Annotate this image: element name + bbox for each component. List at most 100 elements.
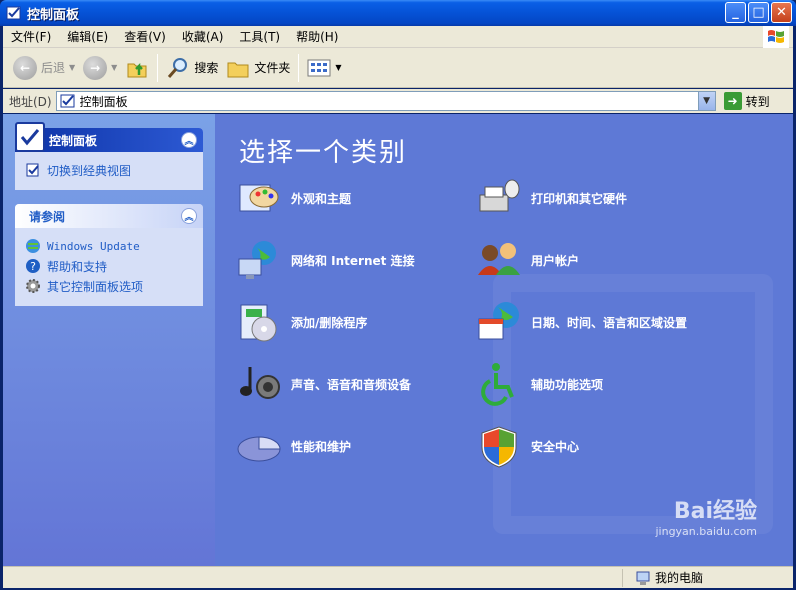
category-label: 网络和 Internet 连接 bbox=[291, 253, 415, 268]
category-accessibility-options[interactable]: 辅助功能选项 bbox=[475, 360, 603, 408]
category-appearance-themes[interactable]: 外观和主题 bbox=[235, 174, 351, 222]
category-add-remove-programs[interactable]: 添加/删除程序 bbox=[235, 298, 367, 346]
other-control-panel-options-link[interactable]: 其它控制面板选项 bbox=[25, 276, 193, 296]
software-box-cd-icon bbox=[235, 298, 283, 346]
switch-to-classic-view-link[interactable]: 切换到经典视图 bbox=[25, 160, 193, 180]
back-button[interactable]: ← 后退 ▼ bbox=[9, 52, 79, 84]
svg-text:?: ? bbox=[30, 260, 36, 273]
collapse-icon[interactable]: ︽ bbox=[181, 132, 197, 148]
help-icon: ? bbox=[25, 258, 41, 274]
back-dropdown-icon[interactable]: ▼ bbox=[69, 63, 75, 72]
go-arrow-icon: ➜ bbox=[723, 92, 742, 110]
printer-mouse-icon bbox=[475, 174, 523, 222]
see-also-section-header[interactable]: 请参阅 ︽ bbox=[15, 204, 203, 228]
category-label: 性能和维护 bbox=[291, 439, 352, 454]
category-label: 安全中心 bbox=[531, 439, 580, 454]
speaker-music-icon bbox=[235, 360, 283, 408]
baidu-watermark: Bai经验 jingyan.baidu.com bbox=[655, 493, 757, 538]
calendar-globe-icon bbox=[475, 298, 523, 346]
windows-logo-icon bbox=[763, 26, 789, 48]
control-panel-section-header[interactable]: 控制面板 ︽ bbox=[15, 122, 203, 152]
close-button[interactable]: ✕ bbox=[771, 2, 792, 23]
category-label: 用户帐户 bbox=[531, 253, 580, 268]
switch-view-label: 切换到经典视图 bbox=[47, 163, 132, 178]
maximize-button[interactable]: □ bbox=[748, 2, 769, 23]
menu-file[interactable]: 文件(F) bbox=[3, 28, 59, 45]
minimize-button[interactable]: _ bbox=[725, 2, 746, 23]
back-label: 后退 bbox=[41, 61, 66, 75]
menu-view[interactable]: 查看(V) bbox=[116, 28, 174, 45]
control-panel-section-title: 控制面板 bbox=[49, 133, 98, 148]
category-label: 声音、语音和音频设备 bbox=[291, 377, 412, 392]
control-panel-small-icon bbox=[60, 94, 75, 108]
search-button[interactable]: 搜索 bbox=[162, 52, 222, 84]
user-accounts-icon bbox=[475, 236, 523, 284]
category-label: 打印机和其它硬件 bbox=[531, 191, 628, 206]
category-view: 选择一个类别 外观和主题 网络和 Internet 连接 添加/删除程序 声音、… bbox=[215, 114, 793, 566]
task-pane: 控制面板 ︽ 切换到经典视图 请参阅 ︽ Windows Update ? 帮助… bbox=[3, 114, 215, 566]
status-zone: 我的电脑 bbox=[623, 569, 703, 586]
paint-palette-icon bbox=[235, 174, 283, 222]
classic-view-icon bbox=[25, 162, 41, 178]
address-input[interactable]: 控制面板 ▼ bbox=[55, 91, 716, 111]
search-label: 搜索 bbox=[194, 61, 219, 75]
status-left-panel bbox=[3, 568, 623, 587]
menu-tools[interactable]: 工具(T) bbox=[231, 28, 288, 45]
category-label: 日期、时间、语言和区域设置 bbox=[531, 315, 688, 330]
category-performance-maintenance[interactable]: 性能和维护 bbox=[235, 422, 351, 470]
category-date-time-language-region[interactable]: 日期、时间、语言和区域设置 bbox=[475, 298, 687, 346]
go-button[interactable]: ➜ 转到 bbox=[723, 92, 770, 110]
category-sounds-speech-audio[interactable]: 声音、语音和音频设备 bbox=[235, 360, 411, 408]
forward-arrow-icon: → bbox=[83, 55, 108, 80]
menu-help[interactable]: 帮助(H) bbox=[288, 28, 346, 45]
toolbar: ← 后退 ▼ → ▼ 搜索 文件夹 ▼ bbox=[3, 48, 793, 88]
back-arrow-icon: ← bbox=[13, 55, 37, 80]
status-bar: 我的电脑 bbox=[3, 566, 793, 588]
address-dropdown-icon[interactable]: ▼ bbox=[697, 92, 715, 110]
search-icon bbox=[168, 57, 188, 78]
control-panel-icon bbox=[6, 6, 21, 20]
see-also-title: 请参阅 bbox=[29, 209, 66, 224]
up-folder-button[interactable] bbox=[121, 52, 153, 84]
control-panel-large-icon bbox=[15, 122, 45, 152]
views-button[interactable]: ▼ bbox=[303, 52, 345, 84]
category-user-accounts[interactable]: 用户帐户 bbox=[475, 236, 579, 284]
address-value: 控制面板 bbox=[79, 94, 128, 109]
collapse-icon[interactable]: ︽ bbox=[181, 208, 197, 224]
pick-a-category-title: 选择一个类别 bbox=[239, 138, 408, 168]
go-label: 转到 bbox=[745, 94, 770, 109]
category-security-center[interactable]: 安全中心 bbox=[475, 422, 579, 470]
forward-button[interactable]: → ▼ bbox=[79, 52, 121, 84]
menu-edit[interactable]: 编辑(E) bbox=[59, 28, 116, 45]
category-printers-hardware[interactable]: 打印机和其它硬件 bbox=[475, 174, 627, 222]
category-label: 添加/删除程序 bbox=[291, 315, 368, 330]
wheelchair-icon bbox=[475, 360, 523, 408]
folder-icon bbox=[227, 62, 249, 77]
category-network-internet[interactable]: 网络和 Internet 连接 bbox=[235, 236, 415, 284]
folders-label: 文件夹 bbox=[254, 61, 291, 75]
forward-dropdown-icon[interactable]: ▼ bbox=[111, 63, 117, 72]
menu-bar: 文件(F) 编辑(E) 查看(V) 收藏(A) 工具(T) 帮助(H) bbox=[3, 26, 793, 48]
gear-icon bbox=[25, 278, 41, 294]
folders-button[interactable]: 文件夹 bbox=[222, 52, 294, 84]
network-globe-icon bbox=[235, 236, 283, 284]
category-label: 外观和主题 bbox=[291, 191, 352, 206]
windows-update-link[interactable]: Windows Update bbox=[25, 236, 193, 256]
title-bar[interactable]: 控制面板 _ □ ✕ bbox=[0, 0, 796, 26]
windows-update-label: Windows Update bbox=[47, 239, 140, 253]
see-also-section: 请参阅 ︽ Windows Update ? 帮助和支持 其它控制面板选项 bbox=[15, 204, 203, 306]
menu-favorites[interactable]: 收藏(A) bbox=[174, 28, 232, 45]
help-and-support-label: 帮助和支持 bbox=[47, 259, 108, 274]
address-bar: 地址(D) 控制面板 ▼ ➜ 转到 bbox=[3, 89, 793, 113]
views-dropdown-icon: ▼ bbox=[335, 63, 342, 72]
control-panel-section: 控制面板 ︽ 切换到经典视图 bbox=[15, 122, 203, 190]
watermark-url: jingyan.baidu.com bbox=[655, 525, 757, 538]
pie-chart-icon bbox=[235, 422, 283, 470]
my-computer-icon bbox=[636, 571, 650, 585]
address-label: 地址(D) bbox=[9, 94, 52, 109]
help-and-support-link[interactable]: ? 帮助和支持 bbox=[25, 256, 193, 276]
views-grid-icon bbox=[307, 59, 331, 76]
other-options-label: 其它控制面板选项 bbox=[47, 279, 144, 294]
windows-update-icon bbox=[25, 238, 41, 254]
watermark-brand: Bai经验 bbox=[673, 499, 757, 524]
